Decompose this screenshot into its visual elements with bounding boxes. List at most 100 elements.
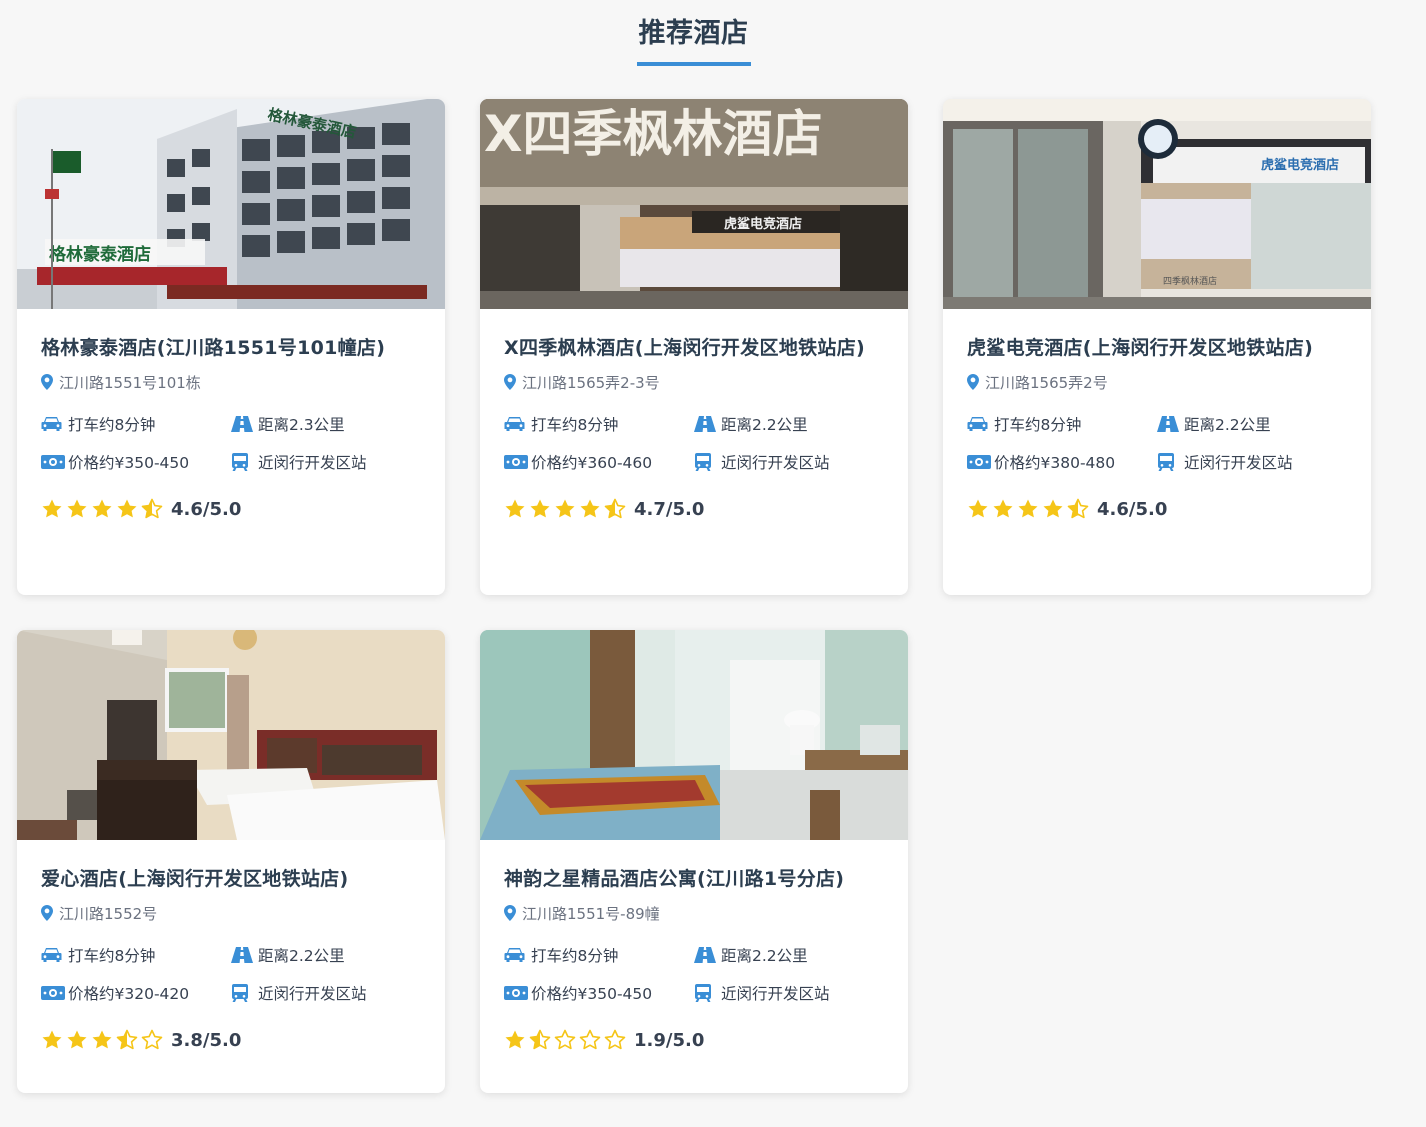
star-full-icon	[1042, 498, 1064, 520]
star-full-icon	[41, 1029, 63, 1051]
map-pin-icon	[504, 374, 516, 390]
star-half-icon	[604, 498, 626, 520]
station-info: 近闵行开发区站	[231, 974, 421, 1012]
price-info: 价格约¥320-420	[41, 974, 231, 1012]
taxi-info: 打车约8分钟	[967, 405, 1157, 443]
rating-score: 4.6/5.0	[171, 498, 242, 520]
money-icon	[41, 454, 65, 470]
photo-sign-text: 格林豪泰酒店	[49, 244, 151, 265]
hotel-card[interactable]: X四季枫林酒店 虎鲨电竞酒店 X四季枫林酒店(上海闵行开发区地铁站店) 江川路1…	[480, 99, 908, 595]
road-icon	[694, 416, 718, 432]
car-icon	[967, 416, 991, 432]
taxi-text: 打车约8分钟	[531, 416, 619, 434]
star-rating	[41, 498, 163, 520]
star-full-icon	[504, 1029, 526, 1051]
star-rating	[967, 498, 1089, 520]
star-full-icon	[554, 498, 576, 520]
star-half-icon	[116, 1029, 138, 1051]
distance-text: 距离2.2公里	[721, 947, 808, 965]
map-pin-icon	[41, 374, 53, 390]
taxi-info: 打车约8分钟	[504, 936, 694, 974]
rating-score: 1.9/5.0	[634, 1029, 705, 1051]
photo-sign-text: 虎鲨电竞酒店	[1261, 157, 1339, 173]
station-text: 近闵行开发区站	[721, 985, 830, 1003]
distance-text: 距离2.3公里	[258, 416, 345, 434]
hotel-name[interactable]: 神韵之星精品酒店公寓(江川路1号分店)	[504, 862, 884, 896]
money-icon	[41, 985, 65, 1001]
recommended-hotels-page: 推荐酒店 格林豪泰酒店 格林豪泰酒店 格林豪泰酒店(江川路1551号101幢店)…	[0, 0, 1426, 1127]
address-text: 江川路1551号-89幢	[522, 904, 660, 923]
price-info: 价格约¥350-450	[41, 443, 231, 481]
train-icon	[694, 453, 718, 471]
station-info: 近闵行开发区站	[231, 443, 421, 481]
hotel-photo[interactable]	[480, 630, 908, 840]
address-text: 江川路1552号	[59, 904, 158, 923]
star-rating	[41, 1029, 163, 1051]
station-info: 近闵行开发区站	[1157, 443, 1347, 481]
train-icon	[694, 984, 718, 1002]
hotel-name[interactable]: 格林豪泰酒店(江川路1551号101幢店)	[41, 331, 421, 365]
price-info: 价格约¥360-460	[504, 443, 694, 481]
hotel-address: 江川路1551号-89幢	[504, 902, 884, 924]
star-full-icon	[91, 1029, 113, 1051]
hotel-photo[interactable]	[17, 630, 445, 840]
hotel-address: 江川路1565弄2-3号	[504, 371, 884, 393]
train-icon	[1157, 453, 1181, 471]
star-full-icon	[116, 498, 138, 520]
rating-score: 4.6/5.0	[1097, 498, 1168, 520]
hotel-name[interactable]: 爱心酒店(上海闵行开发区地铁站店)	[41, 862, 421, 896]
car-icon	[504, 416, 528, 432]
road-icon	[231, 947, 255, 963]
distance-info: 距离2.2公里	[231, 936, 421, 974]
hotel-rating: 4.7/5.0	[504, 494, 884, 524]
train-icon	[231, 984, 255, 1002]
address-text: 江川路1565弄2-3号	[522, 373, 660, 392]
distance-text: 距离2.2公里	[258, 947, 345, 965]
price-text: 价格约¥320-420	[68, 985, 190, 1003]
price-text: 价格约¥360-460	[531, 454, 653, 472]
road-icon	[694, 947, 718, 963]
rating-score: 3.8/5.0	[171, 1029, 242, 1051]
star-full-icon	[992, 498, 1014, 520]
taxi-info: 打车约8分钟	[41, 405, 231, 443]
hotel-info: 打车约8分钟 距离2.2公里 价格约¥320-420 近闵行开发区站	[41, 936, 421, 1012]
star-empty-icon	[579, 1029, 601, 1051]
hotel-address: 江川路1551号101栋	[41, 371, 421, 393]
car-icon	[504, 947, 528, 963]
photo-sign-text: X四季枫林酒店	[484, 105, 823, 163]
photo-sign-text: 虎鲨电竞酒店	[724, 216, 802, 232]
star-full-icon	[967, 498, 989, 520]
hotel-grid: 格林豪泰酒店 格林豪泰酒店 格林豪泰酒店(江川路1551号101幢店) 江川路1…	[17, 99, 1371, 1093]
hotel-photo[interactable]: X四季枫林酒店 虎鲨电竞酒店	[480, 99, 908, 309]
map-pin-icon	[41, 905, 53, 921]
price-text: 价格约¥350-450	[531, 985, 653, 1003]
hotel-photo[interactable]: 虎鲨电竞酒店 四季枫林酒店	[943, 99, 1371, 309]
distance-info: 距离2.3公里	[231, 405, 421, 443]
price-info: 价格约¥350-450	[504, 974, 694, 1012]
star-full-icon	[529, 498, 551, 520]
taxi-text: 打车约8分钟	[68, 947, 156, 965]
hotel-photo[interactable]: 格林豪泰酒店 格林豪泰酒店	[17, 99, 445, 309]
hotel-address: 江川路1552号	[41, 902, 421, 924]
map-pin-icon	[504, 905, 516, 921]
hotel-card[interactable]: 格林豪泰酒店 格林豪泰酒店 格林豪泰酒店(江川路1551号101幢店) 江川路1…	[17, 99, 445, 595]
hotel-card[interactable]: 神韵之星精品酒店公寓(江川路1号分店) 江川路1551号-89幢 打车约8分钟 …	[480, 630, 908, 1093]
map-pin-icon	[967, 374, 979, 390]
hotel-name[interactable]: X四季枫林酒店(上海闵行开发区地铁站店)	[504, 331, 884, 365]
distance-info: 距离2.2公里	[1157, 405, 1347, 443]
star-full-icon	[1017, 498, 1039, 520]
hotel-card[interactable]: 爱心酒店(上海闵行开发区地铁站店) 江川路1552号 打车约8分钟 距离2.2公…	[17, 630, 445, 1093]
hotel-card[interactable]: 虎鲨电竞酒店 四季枫林酒店 虎鲨电竞酒店(上海闵行开发区地铁站店) 江川路156…	[943, 99, 1371, 595]
train-icon	[231, 453, 255, 471]
section-header: 推荐酒店	[0, 14, 1387, 66]
road-icon	[1157, 416, 1181, 432]
money-icon	[967, 454, 991, 470]
address-text: 江川路1565弄2号	[985, 373, 1108, 392]
star-full-icon	[504, 498, 526, 520]
star-empty-icon	[141, 1029, 163, 1051]
star-full-icon	[41, 498, 63, 520]
taxi-text: 打车约8分钟	[531, 947, 619, 965]
money-icon	[504, 985, 528, 1001]
road-icon	[231, 416, 255, 432]
hotel-name[interactable]: 虎鲨电竞酒店(上海闵行开发区地铁站店)	[967, 331, 1347, 365]
